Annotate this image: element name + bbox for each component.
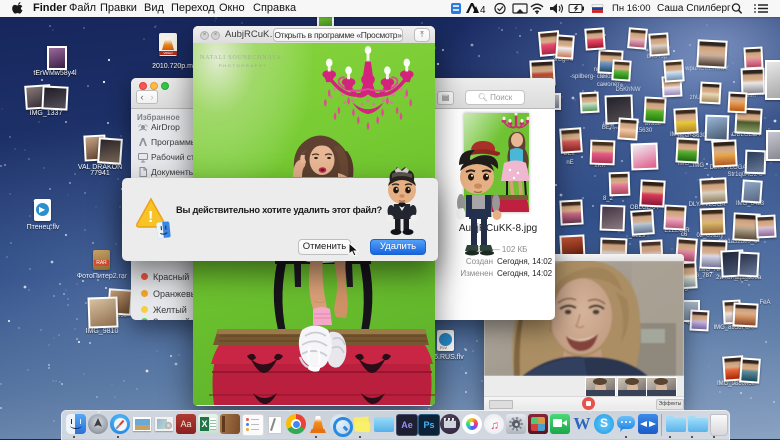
svg-text:!: ! xyxy=(148,209,153,226)
svg-text:4: 4 xyxy=(480,5,486,16)
svg-text:NATALI SOUNECHNAYA: NATALI SOUNECHNAYA xyxy=(200,55,282,61)
svg-text:PHOTOGRAPHY: PHOTOGRAPHY xyxy=(219,63,268,68)
